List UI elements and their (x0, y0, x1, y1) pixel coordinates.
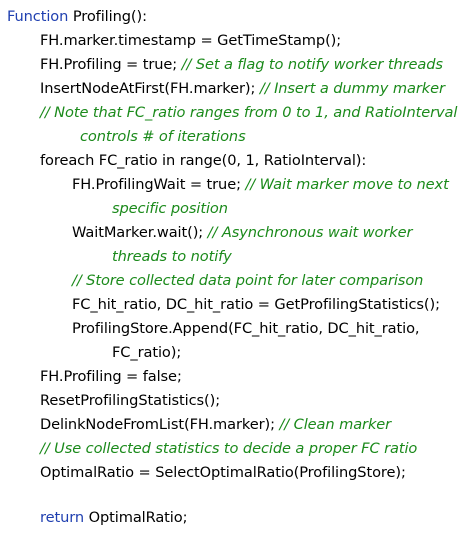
code-text: OptimalRatio = SelectOptimalRatio(Profil… (40, 464, 406, 481)
code-line: // Store collected data point for later … (72, 269, 423, 293)
code-line: FH.ProfilingWait = true; // Wait marker … (72, 173, 449, 197)
code-comment: // Clean marker (279, 416, 392, 433)
code-comment: controls # of iterations (80, 128, 246, 145)
code-line-continuation: FC_ratio); (112, 341, 181, 365)
code-text: FH.Profiling = true; (40, 56, 178, 73)
code-text: FC_hit_ratio, DC_hit_ratio = GetProfilin… (72, 296, 440, 313)
code-line: FH.Profiling = false; (40, 365, 182, 389)
code-text: FH.Profiling = false; (40, 368, 182, 385)
function-name: Profiling(): (72, 8, 147, 25)
code-line: ProfilingStore.Append(FC_hit_ratio, DC_h… (72, 317, 420, 341)
code-line: DelinkNodeFromList(FH.marker); // Clean … (40, 413, 391, 437)
function-keyword: Function (7, 8, 69, 25)
code-comment: specific position (112, 200, 228, 217)
code-comment: // Set a flag to notify worker threads (181, 56, 443, 73)
code-text: WaitMarker.wait(); (72, 224, 204, 241)
return-line: return OptimalRatio; (40, 506, 188, 530)
code-line: WaitMarker.wait(); // Asynchronous wait … (72, 221, 412, 245)
code-text: InsertNodeAtFirst(FH.marker); (40, 80, 256, 97)
code-line: OptimalRatio = SelectOptimalRatio(Profil… (40, 461, 406, 485)
code-text: foreach FC_ratio in range(0, 1, RatioInt… (40, 152, 367, 169)
code-line: ResetProfilingStatistics(); (40, 389, 220, 413)
code-line: // Note that FC_ratio ranges from 0 to 1… (40, 101, 457, 125)
code-line: FH.marker.timestamp = GetTimeStamp(); (40, 29, 341, 53)
code-line-continuation: controls # of iterations (80, 125, 246, 149)
code-line: FH.Profiling = true; // Set a flag to no… (40, 53, 443, 77)
code-comment: // Wait marker move to next (245, 176, 449, 193)
code-line: // Use collected statistics to decide a … (40, 437, 417, 461)
code-line: foreach FC_ratio in range(0, 1, RatioInt… (40, 149, 366, 173)
code-text: DelinkNodeFromList(FH.marker); (40, 416, 275, 433)
code-comment: threads to notify (112, 248, 232, 265)
function-header: Function Profiling(): (7, 5, 147, 29)
code-text: ProfilingStore.Append(FC_hit_ratio, DC_h… (72, 320, 420, 337)
code-comment: // Use collected statistics to decide a … (40, 440, 418, 457)
code-line-continuation: threads to notify (112, 245, 232, 269)
return-keyword: return (40, 509, 85, 526)
code-comment: // Store collected data point for later … (72, 272, 424, 289)
code-line-continuation: specific position (112, 197, 228, 221)
code-line: InsertNodeAtFirst(FH.marker); // Insert … (40, 77, 445, 101)
code-line: FC_hit_ratio, DC_hit_ratio = GetProfilin… (72, 293, 440, 317)
code-text: ResetProfilingStatistics(); (40, 392, 221, 409)
algorithm-listing: Function Profiling(): FH.marker.timestam… (0, 0, 466, 534)
code-comment: // Asynchronous wait worker (207, 224, 413, 241)
code-text: FC_ratio); (112, 344, 182, 361)
code-comment: // Insert a dummy marker (259, 80, 445, 97)
code-comment: // Note that FC_ratio ranges from 0 to 1… (40, 104, 458, 121)
code-text: FH.marker.timestamp = GetTimeStamp(); (40, 32, 342, 49)
code-text: OptimalRatio; (88, 509, 188, 526)
code-text: FH.ProfilingWait = true; (72, 176, 241, 193)
